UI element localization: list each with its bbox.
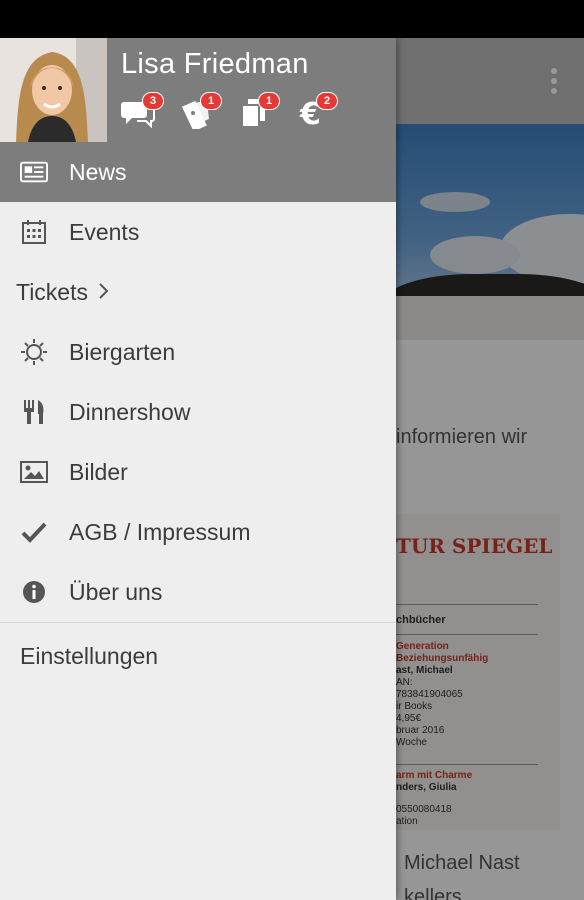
- nav-item-label: Über uns: [69, 578, 163, 605]
- badge-count: 1: [258, 92, 280, 110]
- nav-item-news[interactable]: News: [0, 142, 396, 202]
- nav-item-events[interactable]: Events: [0, 202, 396, 262]
- nav-section-label: Tickets: [16, 279, 110, 306]
- nav-item-label: AGB / Impressum: [69, 518, 251, 545]
- badge-count: 3: [142, 92, 164, 110]
- nav-item-label: Dinnershow: [69, 398, 191, 425]
- info-icon: [20, 578, 48, 606]
- nav-item-agb-impressum[interactable]: AGB / Impressum: [0, 502, 396, 562]
- documents-button[interactable]: 1: [237, 92, 280, 132]
- calendar-icon: [20, 218, 48, 246]
- user-name: Lisa Friedman: [121, 48, 309, 80]
- nav-section-tickets[interactable]: Tickets: [0, 262, 396, 322]
- payments-button[interactable]: € 2: [295, 92, 338, 132]
- status-bar: [0, 0, 584, 38]
- settings-button[interactable]: Einstellungen: [20, 643, 158, 670]
- nav-item-label: Bilder: [69, 458, 128, 485]
- avatar[interactable]: [0, 38, 107, 142]
- nav-item-biergarten[interactable]: Biergarten: [0, 322, 396, 382]
- nav-item-ueber-uns[interactable]: Über uns: [0, 562, 396, 622]
- newspaper-icon: [20, 158, 48, 186]
- badge-count: 2: [316, 92, 338, 110]
- badge-count: 1: [200, 92, 222, 110]
- nav-item-label: News: [69, 158, 127, 185]
- header-icon-row: 3 1 1 € 2: [121, 92, 338, 132]
- sun-icon: [20, 338, 48, 366]
- messages-button[interactable]: 3: [121, 92, 164, 132]
- nav-item-label: Events: [69, 218, 140, 245]
- chevron-right-icon: [98, 279, 110, 306]
- nav-item-dinnershow[interactable]: Dinnershow: [0, 382, 396, 442]
- image-icon: [20, 458, 48, 486]
- drawer-header: Lisa Friedman 3 1 1 € 2: [0, 38, 396, 142]
- nav-item-label: Biergarten: [69, 338, 176, 365]
- cutlery-icon: [20, 398, 48, 426]
- nav-divider: [0, 622, 396, 623]
- nav-item-bilder[interactable]: Bilder: [0, 442, 396, 502]
- navigation-drawer: Lisa Friedman 3 1 1 € 2 News Events Tick…: [0, 38, 396, 900]
- nav-list: News Events Tickets Biergarten Dinnersho…: [0, 142, 396, 623]
- tickets-button[interactable]: 1: [179, 92, 222, 132]
- check-icon: [20, 518, 48, 546]
